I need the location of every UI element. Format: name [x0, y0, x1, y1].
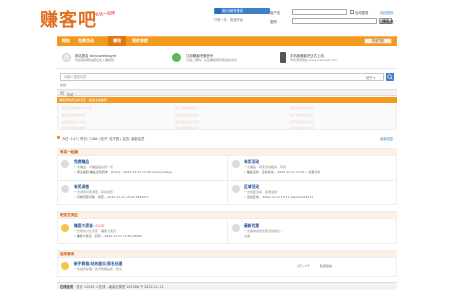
- grid-cell[interactable]: 免费活动推荐帖子标题: [62, 106, 92, 110]
- section-header-2[interactable]: 吧友交流区: [57, 211, 397, 218]
- forum-desc: 一次各种最新优惠活动信息...: [244, 229, 283, 233]
- forum-icon-new: [61, 262, 69, 270]
- forum-desc: 一次地区活动 - 区域活动: [244, 190, 277, 194]
- grid-cell[interactable]: 热门赚钱活动帖子: [290, 113, 314, 117]
- online-stats: 在线会员 · 总计 12349 人在线 - 最高记录是 143386 于 202…: [57, 282, 397, 290]
- forum-new-count: (123): [94, 223, 105, 228]
- forum-last-post[interactable]: • 问卷调查问卷 - 调查... 2022-11-11 15:22 546197…: [74, 195, 149, 199]
- forum-counts: 1万 / 1千: [297, 264, 310, 268]
- hot-bar-icon: [60, 91, 64, 95]
- forum-icon: [61, 185, 69, 193]
- grid-cell[interactable]: 热门活动推荐帖子: [175, 106, 199, 110]
- forum-desc: 一次调查有奖调查 - 有奖调查: [74, 190, 113, 194]
- logo-slogan: 有钱一起赚: [94, 9, 116, 18]
- section-header-1[interactable]: 有奖一起赚: [57, 148, 397, 155]
- username-label: 用户名: [270, 11, 281, 15]
- forum-icon-new: [61, 224, 69, 232]
- register-site-icon: [62, 53, 71, 62]
- hot-bar-label: 热帖: [67, 92, 74, 97]
- nav-item-site[interactable]: 网站: [62, 36, 70, 46]
- forum-last-post[interactable]: 私密版块: [320, 264, 332, 268]
- forum-last-post[interactable]: 从来: [244, 234, 250, 238]
- stats-icon: [57, 136, 60, 139]
- forum-last-post[interactable]: • 赚客大家谈 - 如何... 2022-11-11 15:55 zlf000: [74, 234, 142, 238]
- auto-login-label: 自动登录: [355, 11, 369, 15]
- search-input[interactable]: 请输入搜索内容: [60, 73, 384, 81]
- wechat-icon: [172, 53, 181, 62]
- grid-cell[interactable]: 推荐活动帖子标题: [62, 120, 86, 124]
- featured-grid-header: 赚客吧免费活动专区 · 精选活动推荐: [57, 97, 397, 103]
- site-logo[interactable]: 赚客吧: [40, 6, 97, 32]
- forum-title-text: 赚客大家谈: [74, 223, 93, 228]
- divider: [227, 218, 228, 244]
- online-label: 在线会员: [60, 285, 74, 289]
- forum-last-post[interactable]: • 赚品活动 - 活动来说... 2022-11-11 13:25 • 文章分享: [244, 170, 320, 174]
- search-scope-select[interactable]: 帖子 ▾: [366, 75, 375, 80]
- forum-desc: 一次赚品 - 与赚品相关的一切: [74, 165, 113, 169]
- info-sub-1: 欢迎各种网站报名加入赚客吧: [75, 58, 115, 62]
- forum-last-post[interactable]: • 活动区域... 2022-11-11 15:11 www14012017: [244, 195, 313, 199]
- grid-cell[interactable]: 赚钱活动精选推荐: [62, 113, 86, 117]
- forum-icon: [232, 160, 240, 168]
- nav-item-free[interactable]: 免费活动: [78, 36, 94, 46]
- password-label: 密码: [270, 20, 277, 24]
- search-scope-label: 帖子: [366, 75, 373, 80]
- forum-desc: 一次吧友讨论专区 - 赚客大家谈: [74, 229, 116, 233]
- register-link[interactable]: 注册会员: [380, 19, 394, 24]
- divider: [57, 180, 397, 181]
- online-text: 总计 12349 人在线 - 最高记录是 143386 于 2022-11-11…: [76, 285, 165, 289]
- grid-cell[interactable]: 免费活动推荐帖子: [290, 106, 314, 110]
- password-input[interactable]: [292, 18, 377, 24]
- forum-icon: [61, 160, 69, 168]
- forum-icon: [232, 224, 240, 232]
- forum-desc: 一次站务处理 - 新手教程站务 - 建议: [74, 267, 122, 271]
- section-header-3[interactable]: 站务事务: [57, 250, 397, 257]
- hot-bar: 热帖: [57, 89, 397, 97]
- qq-login-button[interactable]: 用QQ帐号登录: [214, 8, 270, 14]
- forum-last-post[interactable]: • 博主兼职/赚品活动周末 - [10m]... 2022-11-11 13:4…: [74, 170, 172, 174]
- mobile-icon: [280, 52, 286, 63]
- search-button[interactable]: [386, 73, 394, 81]
- find-password-link[interactable]: 找回密码: [380, 10, 394, 15]
- grid-cell[interactable]: 免费领取活动推荐: [62, 126, 86, 130]
- search-icon: [387, 74, 393, 80]
- quick-nav-button[interactable]: 快速导航: [364, 38, 392, 44]
- info-sub-2: 扫描二维码，关注赚客吧获取最新资讯: [186, 58, 238, 62]
- auto-login-checkbox[interactable]: [350, 10, 354, 14]
- latest-replies-link[interactable]: 最新回复: [380, 136, 393, 141]
- nav-item-mynav[interactable]: 我的导航: [132, 36, 148, 46]
- nav-item-earn[interactable]: 赚钱: [108, 36, 126, 46]
- grid-cell[interactable]: 活动推荐精选帖子: [175, 126, 199, 130]
- qq-icon: [215, 8, 221, 14]
- forum-desc: 一次赚品 - 有奖活动相关 - 有奖: [244, 165, 286, 169]
- info-sub-3: 手机浏览地址 www.zuanke8.com: [290, 58, 337, 62]
- username-input[interactable]: [292, 9, 347, 15]
- grid-cell[interactable]: 推荐赚钱帖子标题: [175, 120, 199, 124]
- grid-cell[interactable]: 免费领取热门活动: [290, 126, 314, 130]
- grid-cell[interactable]: 精选免费活动信息: [175, 113, 199, 117]
- forum-icon: [232, 185, 240, 193]
- qq-login-label: 用QQ帐号登录: [222, 9, 243, 13]
- quick-start-link[interactable]: 只需一步，快速开始: [214, 17, 243, 22]
- grid-cell[interactable]: 推荐活动精选标题: [290, 120, 314, 124]
- forum-stats: 今日: 147 | 昨日: 1168 | 帖子: 帖子数 | 会员: 最新会员: [62, 137, 145, 141]
- hot-search: 热搜:: [60, 83, 68, 87]
